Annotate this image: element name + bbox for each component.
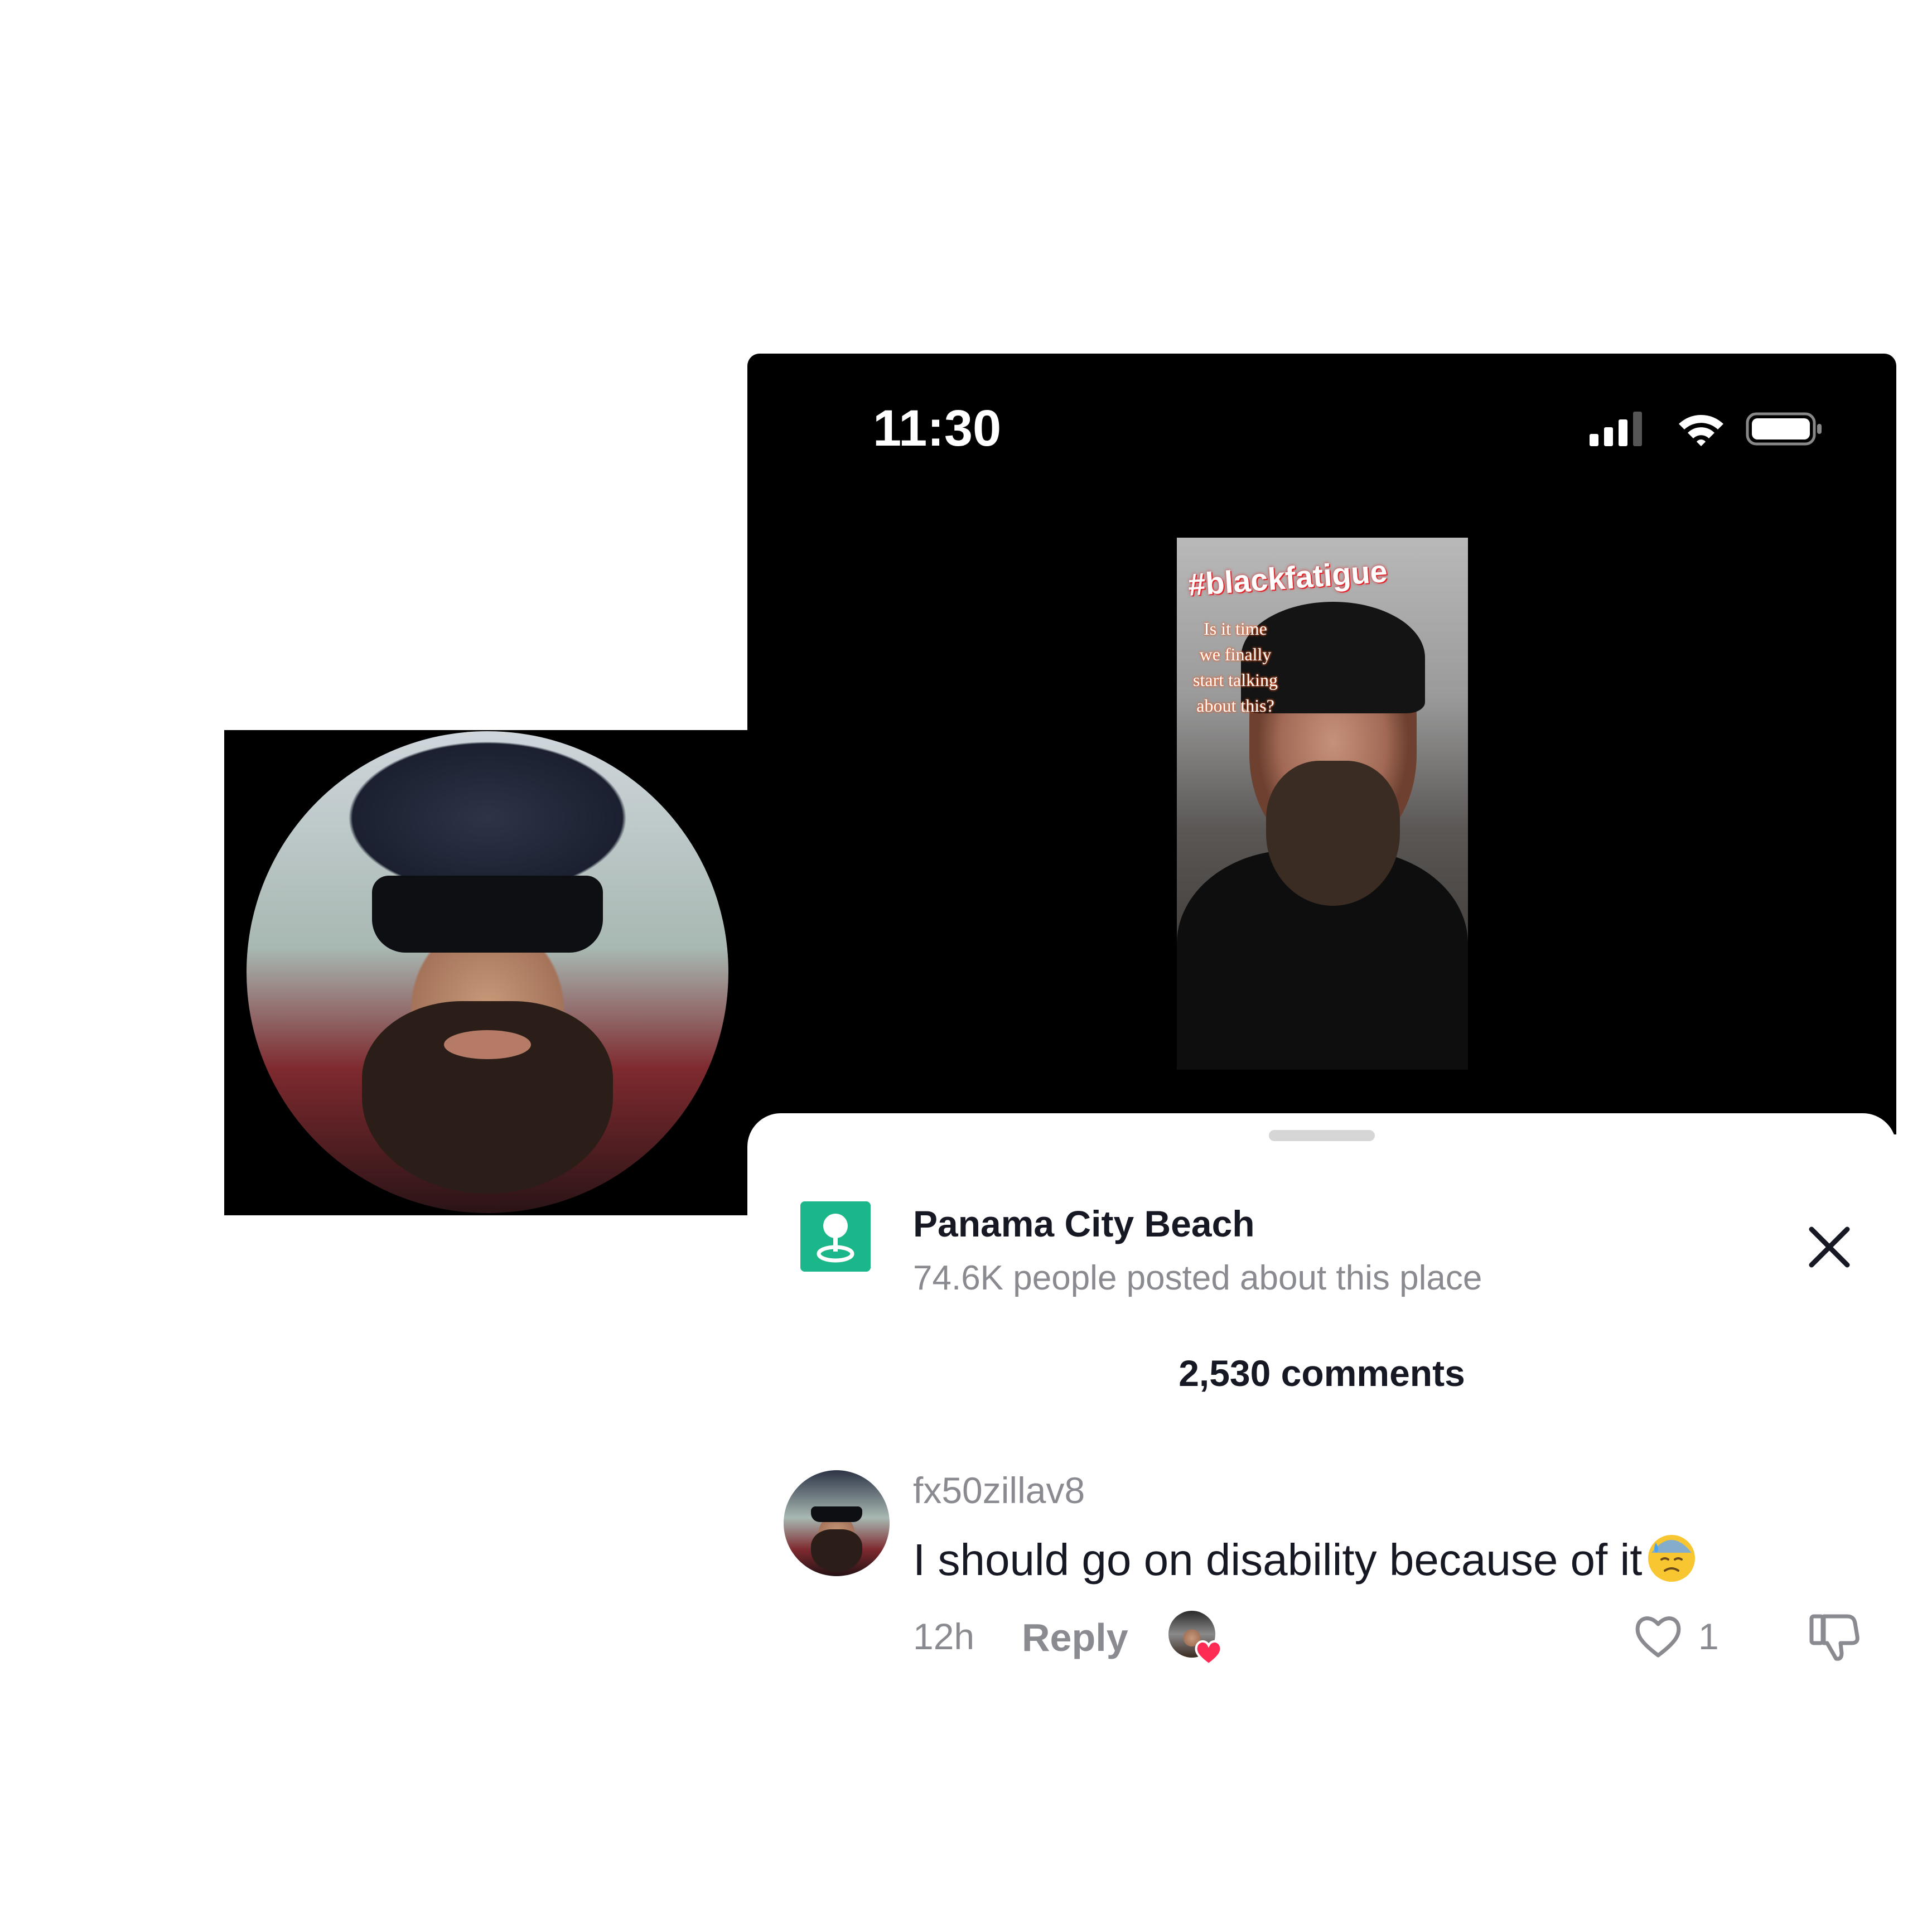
status-icons: [1590, 409, 1824, 448]
comment-avatar-beard: [811, 1529, 862, 1572]
profile-avatar-large: [247, 731, 728, 1213]
comment-username[interactable]: fx50zillav8: [913, 1469, 1085, 1511]
location-pin-icon[interactable]: [800, 1201, 871, 1272]
dislike-icon[interactable]: [1807, 1609, 1863, 1664]
sheet-grab-handle[interactable]: [1269, 1130, 1375, 1141]
status-time: 11:30: [873, 400, 1002, 457]
overlay-line: Is it time: [1204, 619, 1267, 639]
comment-avatar[interactable]: [784, 1470, 890, 1576]
comment-time: 12h: [913, 1616, 975, 1657]
comment-text-line: I should go on disability because of it: [913, 1530, 1698, 1586]
overlay-line: we finally: [1199, 644, 1272, 664]
video-thumbnail[interactable]: #blackfatigue Is it time we finally star…: [1177, 538, 1468, 1070]
profile-avatar-panel: [224, 730, 751, 1215]
comment-text: I should go on disability because of it: [913, 1535, 1643, 1585]
heart-outline-icon[interactable]: [1631, 1609, 1685, 1662]
comment-avatar-glasses: [811, 1506, 862, 1523]
phone-screen: 11:30 #blackfatigue Is it time we finall…: [747, 354, 1896, 1693]
comments-sheet: Panama City Beach 74.6K people posted ab…: [747, 1113, 1896, 1693]
close-icon[interactable]: [1801, 1219, 1857, 1275]
wifi-icon: [1679, 415, 1723, 446]
avatar-sunglasses: [371, 876, 603, 953]
signal-icon: [1590, 412, 1642, 446]
sweat-face-emoji-icon: [1648, 1535, 1695, 1582]
overlay-line: about this?: [1196, 695, 1274, 716]
avatar-mouth: [444, 1030, 531, 1059]
heart-filled-icon: [1195, 1640, 1223, 1665]
creator-liked-badge: [1168, 1611, 1224, 1667]
comments-count: 2,530 comments: [1178, 1353, 1465, 1394]
video-hashtag: #blackfatigue: [1187, 553, 1389, 602]
overlay-line: start talking: [1193, 670, 1278, 690]
battery-icon: [1746, 412, 1822, 446]
video-person-beard: [1266, 761, 1400, 906]
place-title[interactable]: Panama City Beach: [913, 1202, 1255, 1245]
video-area: 11:30 #blackfatigue Is it time we finall…: [747, 354, 1896, 1134]
reply-button[interactable]: Reply: [1022, 1615, 1128, 1660]
like-count: 1: [1698, 1616, 1719, 1657]
place-subtitle: 74.6K people posted about this place: [913, 1259, 1482, 1297]
video-overlay-text: Is it time we finally start talking abou…: [1177, 616, 1294, 718]
